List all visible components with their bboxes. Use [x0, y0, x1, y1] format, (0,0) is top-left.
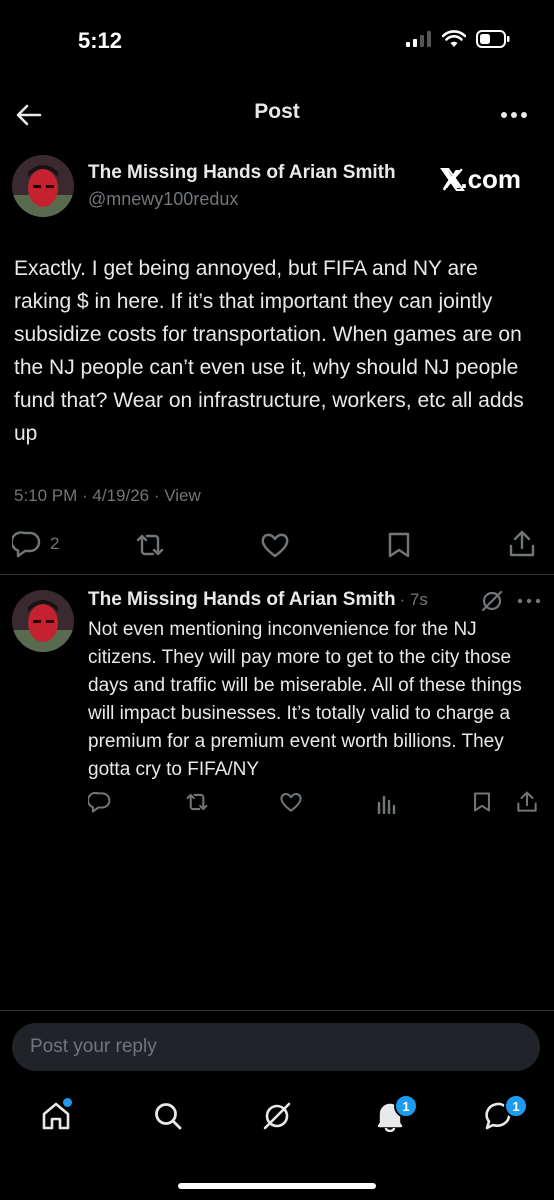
bookmark-icon: [388, 532, 410, 558]
post-text: Exactly. I get being annoyed, but FIFA a…: [14, 257, 524, 445]
reply-author-name[interactable]: The Missing Hands of Arian Smith: [88, 589, 396, 611]
tab-notifications[interactable]: 1: [374, 1094, 418, 1132]
reply-like-button[interactable]: [279, 791, 303, 813]
reply-composer[interactable]: [12, 1023, 540, 1071]
tab-grok[interactable]: [261, 1100, 293, 1132]
signal-icon: [406, 31, 431, 47]
repost-button[interactable]: [134, 531, 166, 559]
page-title: Post: [254, 100, 300, 123]
x-watermark: X.com: [440, 164, 521, 195]
reply-views-button[interactable]: [376, 792, 398, 814]
share-icon: [517, 791, 537, 812]
status-icons: [406, 30, 510, 48]
divider: [0, 574, 554, 575]
author-name[interactable]: The Missing Hands of Arian Smith: [88, 162, 396, 184]
watermark-text: X.com: [443, 164, 522, 194]
reply-time: · 7s: [399, 590, 428, 609]
share-icon: [509, 530, 535, 557]
grok-button[interactable]: [480, 589, 504, 613]
reply-bookmark-button[interactable]: [472, 791, 492, 813]
composer-divider: [0, 1010, 554, 1011]
reply-repost-button[interactable]: [184, 791, 210, 813]
reply-button[interactable]: 2: [12, 530, 59, 558]
battery-icon: [476, 30, 510, 48]
repost-icon: [136, 534, 164, 556]
home-indicator: [178, 1183, 376, 1189]
search-icon: [155, 1103, 182, 1130]
like-button[interactable]: [260, 531, 290, 559]
bookmark-button[interactable]: [386, 531, 412, 559]
reply-text: Not even mentioning inconvenience for th…: [88, 619, 522, 780]
grok-icon: [481, 590, 503, 612]
tab-home[interactable]: [40, 1096, 74, 1132]
reply-more-button[interactable]: [516, 594, 542, 608]
views-icon: [377, 795, 396, 814]
reply-icon: [12, 531, 41, 558]
reply-share-button[interactable]: [516, 790, 538, 814]
tab-search[interactable]: [152, 1100, 184, 1132]
messages-badge: 1: [504, 1094, 528, 1118]
more-icon: [501, 112, 527, 118]
like-icon: [280, 793, 302, 812]
repost-icon: [186, 793, 208, 811]
status-time: 5:12: [78, 28, 123, 53]
notifications-badge: 1: [394, 1094, 418, 1118]
more-icon: [517, 598, 541, 604]
avatar[interactable]: [12, 155, 74, 217]
reply-header: The Missing Hands of Arian Smith · 7s: [88, 589, 428, 611]
author-handle[interactable]: @mnewy100redux: [88, 189, 238, 210]
reply-count: 2: [50, 534, 60, 553]
share-button[interactable]: [508, 529, 536, 559]
home-new-dot: [61, 1096, 74, 1109]
wifi-icon: [442, 30, 466, 47]
bookmark-icon: [474, 792, 490, 812]
reply-reply-button[interactable]: [88, 791, 112, 813]
reply-icon: [88, 791, 111, 813]
reply-avatar[interactable]: [12, 590, 74, 652]
tab-messages[interactable]: 1: [484, 1094, 528, 1132]
like-icon: [261, 533, 289, 558]
post-meta[interactable]: 5:10 PM · 4/19/26 · View: [14, 486, 201, 506]
more-button[interactable]: [496, 100, 532, 130]
reply-input[interactable]: [12, 1023, 540, 1071]
grok-icon: [263, 1102, 291, 1130]
